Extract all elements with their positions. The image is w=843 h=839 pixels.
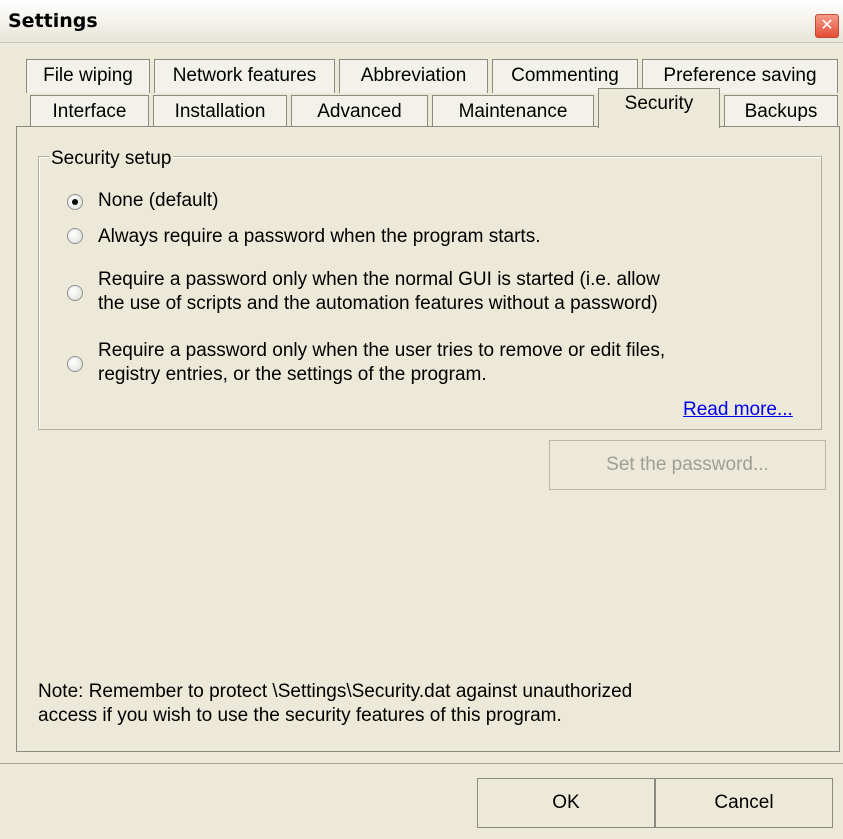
radio-gui-only-label-line1: Require a password only when the normal … xyxy=(98,269,660,290)
settings-window: Settings ✕ File wiping Network features … xyxy=(0,0,843,839)
close-button[interactable]: ✕ xyxy=(815,14,839,38)
close-icon: ✕ xyxy=(820,17,834,34)
tab-file-wiping[interactable]: File wiping xyxy=(26,59,150,93)
tab-installation[interactable]: Installation xyxy=(153,95,287,129)
radio-always-require-label: Always require a password when the progr… xyxy=(98,226,541,247)
tab-abbreviation[interactable]: Abbreviation xyxy=(339,59,488,93)
tab-security[interactable]: Security xyxy=(598,88,720,128)
radio-none-label: None (default) xyxy=(98,190,219,211)
tab-backups[interactable]: Backups xyxy=(724,95,838,129)
radio-gui-only[interactable] xyxy=(67,285,83,301)
window-title: Settings xyxy=(8,10,98,32)
radio-edit-only[interactable] xyxy=(67,356,83,372)
radio-none[interactable] xyxy=(67,194,83,210)
security-setup-label: Security setup xyxy=(49,148,174,170)
security-note-line2: access if you wish to use the security f… xyxy=(38,705,562,726)
security-note-line1: Note: Remember to protect \Settings\Secu… xyxy=(38,681,633,702)
set-password-button[interactable]: Set the password... xyxy=(549,440,826,490)
tab-advanced[interactable]: Advanced xyxy=(291,95,428,129)
read-more-link[interactable]: Read more... xyxy=(683,399,793,421)
title-bar: Settings ✕ xyxy=(0,0,843,43)
tab-interface[interactable]: Interface xyxy=(30,95,149,129)
ok-button[interactable]: OK xyxy=(477,778,655,828)
radio-gui-only-label-line2: the use of scripts and the automation fe… xyxy=(98,293,658,314)
radio-always-require[interactable] xyxy=(67,228,83,244)
tab-network-features[interactable]: Network features xyxy=(154,59,335,93)
radio-edit-only-label-line1: Require a password only when the user tr… xyxy=(98,340,666,361)
radio-edit-only-label-line2: registry entries, or the settings of the… xyxy=(98,364,487,385)
cancel-button[interactable]: Cancel xyxy=(655,778,833,828)
security-note: Note: Remember to protect \Settings\Secu… xyxy=(38,680,798,728)
tab-maintenance[interactable]: Maintenance xyxy=(432,95,594,129)
